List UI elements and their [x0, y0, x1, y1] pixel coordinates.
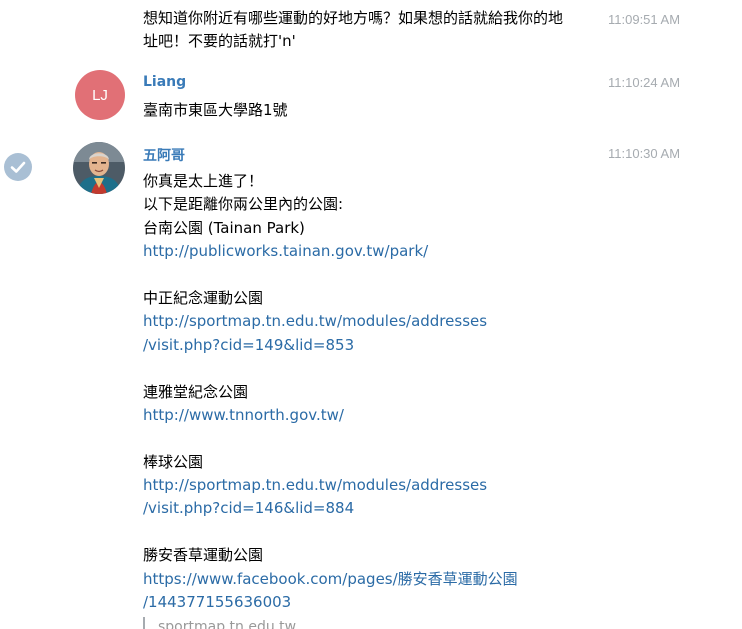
- message-timestamp: 11:09:51 AM: [608, 12, 681, 27]
- park-name: 連雅堂紀念公園: [143, 382, 249, 401]
- park-name: 台南公園 (Tainan Park): [143, 218, 305, 237]
- park-name: 棒球公園: [143, 452, 204, 471]
- park-link[interactable]: /visit.php?cid=149&lid=853: [143, 334, 598, 357]
- avatar-photo[interactable]: [73, 142, 125, 194]
- message-timestamp: 11:10:24 AM: [608, 75, 681, 90]
- park-link[interactable]: https://www.facebook.com/pages/勝安香草運動公園: [143, 568, 598, 591]
- message-3[interactable]: 五阿哥 11:10:30 AM 你真是太上進了！ 以下是距離你兩公里內的公園: …: [0, 138, 742, 629]
- park-link[interactable]: http://www.tnnorth.gov.tw/: [143, 404, 598, 427]
- park-link[interactable]: /144377155636003: [143, 591, 598, 614]
- message-line: 想知道你附近有哪些運動的好地方嗎？如果想的話就給我你的地: [143, 9, 564, 27]
- sender-name[interactable]: 五阿哥: [143, 145, 185, 165]
- avatar[interactable]: LJ: [75, 70, 125, 120]
- message-text: 臺南市東區大學路1號: [143, 99, 598, 122]
- park-link[interactable]: http://sportmap.tn.edu.tw/modules/addres…: [143, 474, 598, 497]
- message-line: 臺南市東區大學路1號: [143, 101, 288, 119]
- selected-check-icon[interactable]: [4, 153, 32, 181]
- message-line: 你真是太上進了！: [143, 172, 264, 190]
- message-line: 以下是距離你兩公里內的公園:: [143, 195, 344, 214]
- link-preview-site: sportmap.tn.edu.tw: [158, 619, 297, 629]
- message-timestamp: 11:10:30 AM: [608, 146, 681, 161]
- message-1[interactable]: 想知道你附近有哪些運動的好地方嗎？如果想的話就給我你的地 址吧！不要的話就打'n…: [0, 0, 742, 60]
- chat-history: 想知道你附近有哪些運動的好地方嗎？如果想的話就給我你的地 址吧！不要的話就打'n…: [0, 0, 742, 629]
- message-text: 你真是太上進了！ 以下是距離你兩公里內的公園: 台南公園 (Tainan Par…: [143, 170, 598, 614]
- park-link[interactable]: http://publicworks.tainan.gov.tw/park/: [143, 240, 598, 263]
- message-2[interactable]: LJ Liang 11:10:24 AM 臺南市東區大學路1號: [0, 62, 742, 132]
- park-name: 勝安香草運動公園: [143, 546, 264, 565]
- message-text: 想知道你附近有哪些運動的好地方嗎？如果想的話就給我你的地 址吧！不要的話就打'n…: [143, 7, 598, 54]
- park-link[interactable]: /visit.php?cid=146&lid=884: [143, 497, 598, 520]
- park-link[interactable]: http://sportmap.tn.edu.tw/modules/addres…: [143, 310, 598, 333]
- link-preview[interactable]: sportmap.tn.edu.tw: [143, 617, 296, 629]
- message-line: 址吧！不要的話就打'n': [143, 32, 296, 51]
- avatar-initials: LJ: [92, 86, 108, 104]
- park-name: 中正紀念運動公園: [143, 288, 264, 307]
- sender-name[interactable]: Liang: [143, 74, 186, 90]
